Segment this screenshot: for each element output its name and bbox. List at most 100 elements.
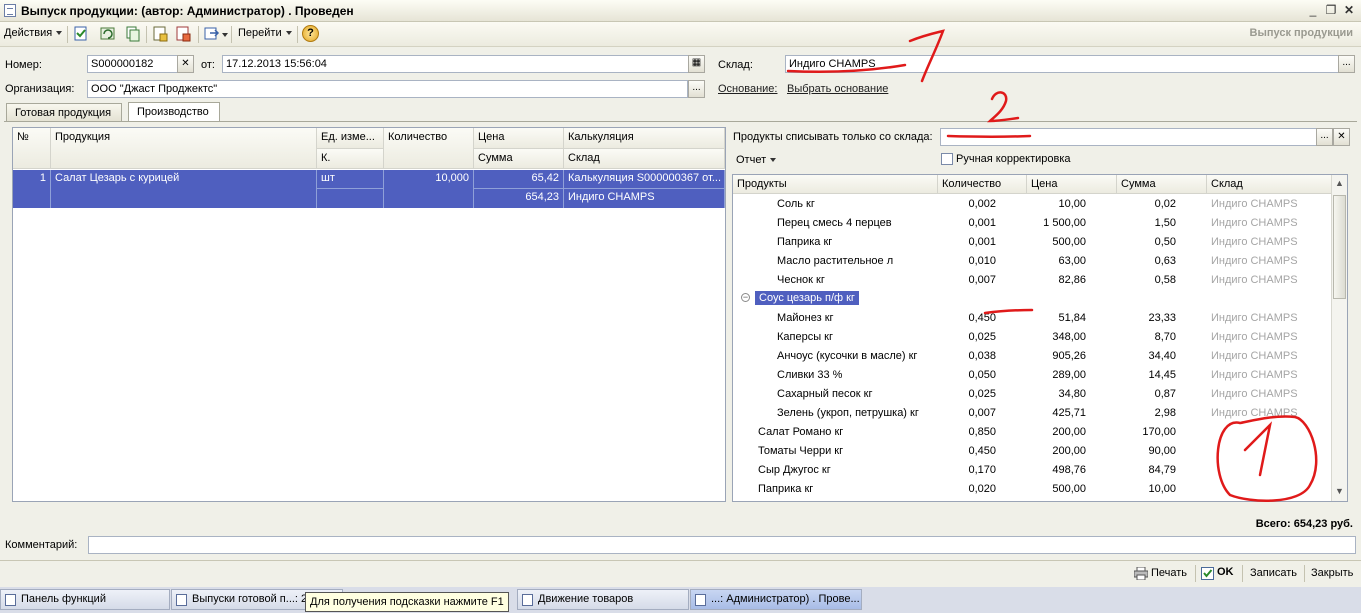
ingredient-row[interactable]: Салат Романо кг 0,850 200,00 170,00 [733,423,1331,442]
report-menu[interactable]: Отчет [736,154,777,166]
document-icon [695,594,706,606]
ingredient-row[interactable]: Сахарный песок кг 0,025 34,80 0,87 Индиго CH… [733,385,1331,404]
scroll-thumb[interactable] [1333,195,1346,299]
ingredient-row[interactable]: Перец смесь 4 перцев 0,001 1 500,00 1,50 Инд… [733,214,1331,233]
ingredient-warehouse: Индиго CHAMPS [1211,350,1298,362]
collapse-icon[interactable]: − [741,293,750,302]
goto-label: Перейти [238,27,282,39]
ingredient-sum: 10,00 [1148,483,1176,495]
actions-menu[interactable]: Действия [4,27,63,39]
number-field[interactable]: S000000182 [87,55,179,73]
taskbar-item-current-document[interactable]: ...: Администратор) . Прове... [690,589,862,610]
row-warehouse[interactable]: Индиго CHAMPS [564,189,725,208]
ingredient-name: Сыр Джугос кг [758,464,831,476]
warehouse-field[interactable]: Индиго CHAMPS [785,55,1339,73]
close-icon[interactable]: ✕ [1341,2,1357,18]
basis-link[interactable]: Основание: [718,83,777,95]
taskbar-item-functions[interactable]: Панель функций [0,589,170,610]
ingredient-row[interactable]: Соль кг 0,002 10,00 0,02 Индиго CHAMPS [733,195,1331,214]
col-price-header[interactable]: Цена [474,128,564,149]
row-unit[interactable]: шт [317,170,384,189]
select-basis-link[interactable]: Выбрать основание [787,83,888,95]
writeoff-warehouse-field[interactable] [940,128,1317,146]
col-calc-header[interactable]: Калькуляция [564,128,725,149]
col-coef-header[interactable]: К. [317,149,384,169]
ingredient-row[interactable]: Чеснок кг 0,007 82,86 0,58 Индиго CHAMPS [733,271,1331,290]
tab-finished-products[interactable]: Готовая продукция [6,103,122,122]
ing-col-qty-header[interactable]: Количество [938,175,1027,194]
col-qty-header[interactable]: Количество [384,128,474,169]
ingredient-row[interactable]: Масло растительное л 0,010 63,00 0,63 Индиго… [733,252,1331,271]
copy-icon[interactable] [124,25,142,43]
ingredient-warehouse: Индиго CHAMPS [1211,331,1298,343]
row-number: 1 [13,170,51,208]
close-button[interactable]: Закрыть [1311,567,1353,579]
clear-number-icon[interactable]: ✕ [177,55,194,73]
ingredient-price: 498,76 [1052,464,1086,476]
manual-correction-checkbox[interactable] [941,153,953,165]
row-sum[interactable]: 654,23 [474,189,564,208]
ingredient-row[interactable]: Анчоус (кусочки в масле) кг 0,038 905,26 34… [733,347,1331,366]
enter-based-icon[interactable] [203,25,221,43]
row-qty[interactable]: 10,000 [384,170,474,208]
tab-production[interactable]: Производство [128,102,220,122]
organization-field[interactable]: ООО "Джаст Проджектс" [87,80,688,98]
ingredient-sum: 1,50 [1154,217,1176,229]
row-calc[interactable]: Калькуляция S000000367 от... [564,170,725,189]
ingredient-name: Паприка кг [777,236,833,248]
row-coef[interactable] [317,189,384,208]
comment-field[interactable] [88,536,1356,554]
ingredient-sum: 8,70 [1154,331,1176,343]
col-product-header[interactable]: Продукция [51,128,317,169]
ingredient-sum: 2,98 [1154,407,1176,419]
organization-select-button[interactable]: ... [688,80,705,98]
taskbar-item-goods-movement[interactable]: Движение товаров [517,589,689,610]
minimize-icon[interactable]: _ [1305,2,1321,18]
col-sum-header[interactable]: Сумма [474,149,564,169]
ingredients-scrollbar[interactable]: ▲ ▼ [1331,175,1347,501]
ingredient-row[interactable]: Сливки 33 % 0,050 289,00 14,45 Индиго CHAMPS [733,366,1331,385]
structure-icon[interactable] [174,25,192,43]
row-product[interactable]: Салат Цезарь с курицей [51,170,317,208]
ingredient-row[interactable]: Паприка кг 0,020 500,00 10,00 [733,480,1331,499]
row-price[interactable]: 65,42 [474,170,564,189]
calendar-icon[interactable]: ▦ [688,55,705,73]
ingredient-row[interactable]: Каперсы кг 0,025 348,00 8,70 Индиго CHAMPS [733,328,1331,347]
taskbar-label: Панель функций [21,593,106,605]
report-label: Отчет [736,154,767,166]
number-label: Номер: [5,59,42,71]
ingredient-price: 500,00 [1052,236,1086,248]
save-button[interactable]: Записать [1250,567,1297,579]
goto-menu[interactable]: Перейти [238,27,292,39]
writeoff-select-button[interactable]: ... [1316,128,1333,146]
writeoff-clear-icon[interactable]: ✕ [1333,128,1350,146]
ingredient-sum: 90,00 [1148,445,1176,457]
ingredient-warehouse: Индиго CHAMPS [1211,236,1298,248]
ingredient-sum: 0,50 [1154,236,1176,248]
post-document-icon[interactable] [72,25,90,43]
date-field[interactable]: 17.12.2013 15:56:04 [222,55,689,73]
ing-col-price-header[interactable]: Цена [1027,175,1117,194]
scroll-up-icon[interactable]: ▲ [1335,178,1344,188]
ingredient-row[interactable]: − Соус цезарь п/ф кг [733,290,1331,309]
ing-col-sum-header[interactable]: Сумма [1117,175,1207,194]
refresh-icon[interactable] [99,25,117,43]
col-unit-header[interactable]: Ед. изме... [317,128,384,149]
ingredient-row[interactable]: Майонез кг 0,450 51,84 23,33 Индиго CHAMPS [733,309,1331,328]
ing-col-warehouse-header[interactable]: Склад [1207,175,1333,194]
ingredient-name: Паприка кг [758,483,814,495]
scroll-down-icon[interactable]: ▼ [1335,486,1344,496]
table-row[interactable]: 1 Салат Цезарь с курицей шт 10,000 65,42… [13,170,725,208]
col-warehouse-header[interactable]: Склад [564,149,725,169]
help-icon[interactable]: ? [302,25,319,42]
ingredient-row[interactable]: Томаты Черри кг 0,450 200,00 90,00 [733,442,1331,461]
ingredient-price: 82,86 [1058,274,1086,286]
ing-col-product-header[interactable]: Продукты [733,175,938,194]
ingredient-row[interactable]: Паприка кг 0,001 500,00 0,50 Индиго CHAMPS [733,233,1331,252]
restore-icon[interactable]: ❐ [1323,2,1339,18]
movements-icon[interactable] [151,25,169,43]
ingredient-row[interactable]: Сыр Джугос кг 0,170 498,76 84,79 [733,461,1331,480]
ingredients-rows: Соль кг 0,002 10,00 0,02 Индиго CHAMPS Перец … [733,195,1331,501]
ingredient-row[interactable]: Зелень (укроп, петрушка) кг 0,007 425,71 2,… [733,404,1331,423]
warehouse-select-button[interactable]: ... [1338,55,1355,73]
